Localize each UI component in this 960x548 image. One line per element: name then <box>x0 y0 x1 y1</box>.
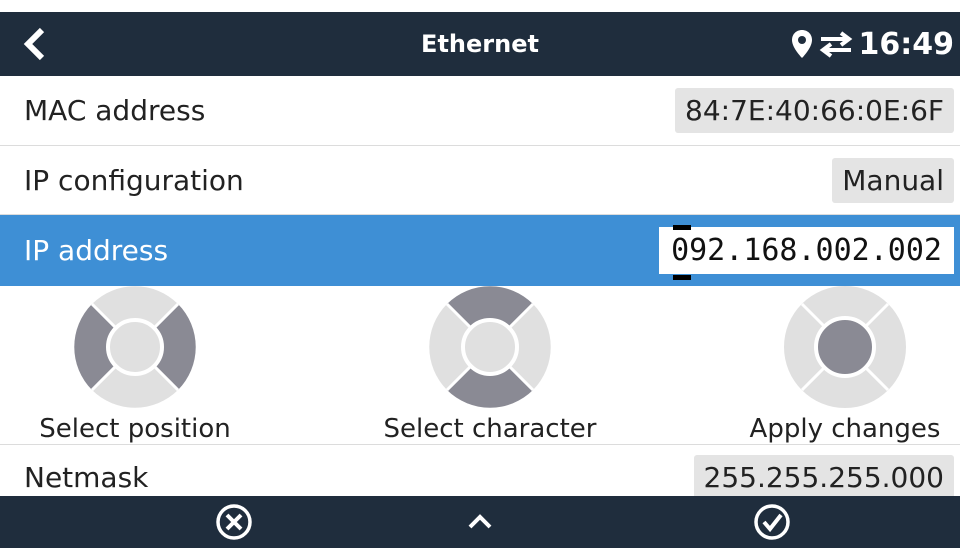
dpad-center-icon <box>784 286 906 408</box>
clock-time: 16:49 <box>858 26 955 62</box>
netmask-label: Netmask <box>24 461 149 494</box>
apply-changes-label: Apply changes <box>749 414 941 444</box>
select-character-help: Select character <box>360 286 620 444</box>
top-bar: Ethernet 16:49 <box>0 12 960 76</box>
edit-cursor-top <box>673 225 692 230</box>
select-position-label: Select position <box>39 414 231 444</box>
ip-configuration-value: Manual <box>832 157 954 203</box>
netmask-value: 255.255.255.000 <box>693 455 954 496</box>
swap-arrows-icon <box>819 31 852 58</box>
edit-cursor-bottom <box>673 275 692 280</box>
select-character-label: Select character <box>383 414 597 444</box>
ip-configuration-label: IP configuration <box>24 163 244 197</box>
apply-changes-help: Apply changes <box>730 286 960 444</box>
chevron-up-icon[interactable] <box>461 503 499 541</box>
ip-address-input[interactable]: 092.168.002.002 <box>659 225 954 280</box>
location-pin-icon <box>791 30 812 58</box>
ip-address-row[interactable]: IP address 092.168.002.002 <box>0 215 960 286</box>
checkmark-icon[interactable] <box>753 503 791 541</box>
netmask-row[interactable]: Netmask 255.255.255.000 <box>0 445 960 496</box>
bottom-bar <box>0 496 960 548</box>
ip-address-label: IP address <box>24 234 169 267</box>
ip-configuration-row[interactable]: IP configuration Manual <box>0 146 960 215</box>
ip-address-value: 092.168.002.002 <box>671 233 942 268</box>
dpad-up-down-icon <box>429 286 551 408</box>
keypad-help: Select position Select character Apply c… <box>0 286 960 445</box>
dpad-left-right-icon <box>74 286 196 408</box>
cancel-icon[interactable] <box>215 503 253 541</box>
status-area: 16:49 <box>791 12 955 76</box>
mac-address-value: 84:7E:40:66:0E:6F <box>675 88 954 133</box>
select-position-help: Select position <box>20 286 250 444</box>
mac-address-row[interactable]: MAC address 84:7E:40:66:0E:6F <box>0 76 960 146</box>
mac-address-label: MAC address <box>24 94 206 127</box>
